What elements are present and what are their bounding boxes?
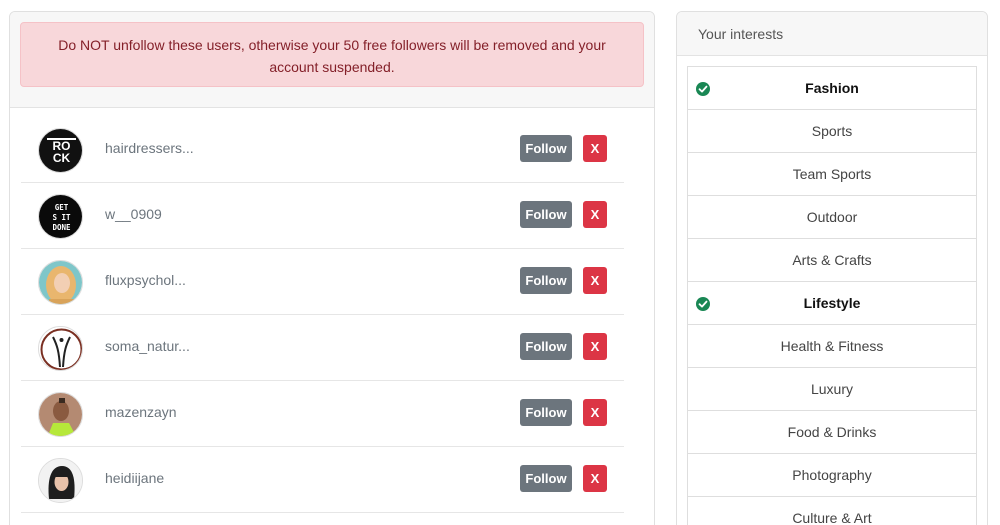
figure-logo-avatar (38, 326, 83, 371)
username[interactable]: heidiijane (105, 470, 164, 486)
user-row: GET S IT DONE w__0909 Follow X (21, 183, 624, 249)
interests-header: Your interests (677, 12, 987, 56)
user-row: fluxpsychol... Follow X (21, 249, 624, 315)
unfollow-warning-alert: Do NOT unfollow these users, otherwise y… (20, 22, 644, 87)
interest-label: Culture & Art (792, 510, 872, 525)
check-circle-icon (696, 297, 710, 311)
svg-text:DONE: DONE (52, 223, 71, 232)
interest-item[interactable]: Food & Drinks (688, 411, 976, 454)
interests-list: Fashion Sports Team Sports Outdoor Arts & Cr… (687, 66, 977, 525)
remove-button[interactable]: X (583, 135, 607, 162)
interest-label: Food & Drinks (787, 424, 877, 440)
svg-text:CK: CK (53, 151, 71, 165)
user-row: mazenzayn Follow X (21, 381, 624, 447)
remove-button[interactable]: X (583, 333, 607, 360)
interests-card: Your interests Fashion Sports Team Sports O… (676, 11, 988, 525)
interest-item[interactable]: Health & Fitness (688, 325, 976, 368)
interest-label: Team Sports (792, 166, 872, 182)
username[interactable]: fluxpsychol... (105, 272, 186, 288)
svg-text:S IT: S IT (52, 213, 71, 222)
interest-item[interactable]: Sports (688, 110, 976, 153)
interest-label: Fashion (805, 80, 859, 96)
follow-button[interactable]: Follow (520, 399, 572, 426)
warning-text: Do NOT unfollow these users, otherwise y… (58, 37, 606, 75)
interest-item[interactable]: Fashion (688, 67, 976, 110)
follow-button[interactable]: Follow (520, 201, 572, 228)
interest-label: Lifestyle (803, 295, 861, 311)
follow-button[interactable]: Follow (520, 465, 572, 492)
interest-label: Outdoor (806, 209, 858, 225)
get-shit-done-avatar: GET S IT DONE (38, 194, 83, 239)
interest-label: Health & Fitness (780, 338, 884, 354)
interest-item[interactable]: Culture & Art (688, 497, 976, 525)
man-neon-avatar (38, 392, 83, 437)
remove-button[interactable]: X (583, 399, 607, 426)
interest-item[interactable]: Luxury (688, 368, 976, 411)
user-row: heidiijane Follow X (21, 447, 624, 513)
user-row: soma_natur... Follow X (21, 315, 624, 381)
follow-button[interactable]: Follow (520, 333, 572, 360)
interest-item[interactable]: Team Sports (688, 153, 976, 196)
user-row: RO CK hairdressers... Follow X (21, 117, 624, 183)
remove-button[interactable]: X (583, 465, 607, 492)
interest-label: Photography (792, 467, 872, 483)
remove-button[interactable]: X (583, 201, 607, 228)
username[interactable]: mazenzayn (105, 404, 177, 420)
username[interactable]: hairdressers... (105, 140, 194, 156)
interest-item[interactable]: Arts & Crafts (688, 239, 976, 282)
interest-label: Luxury (810, 381, 854, 397)
remove-button[interactable]: X (583, 267, 607, 294)
card-header: Do NOT unfollow these users, otherwise y… (10, 12, 654, 108)
interest-item[interactable]: Outdoor (688, 196, 976, 239)
username[interactable]: soma_natur... (105, 338, 190, 354)
svg-text:GET: GET (55, 203, 69, 212)
interest-label: Arts & Crafts (792, 252, 872, 268)
blonde-woman-avatar (38, 260, 83, 305)
check-circle-icon (696, 82, 710, 96)
follow-button[interactable]: Follow (520, 135, 572, 162)
user-list: RO CK hairdressers... Follow X GET S IT DON… (21, 117, 624, 513)
dark-hair-woman-avatar (38, 458, 83, 503)
interest-label: Sports (811, 123, 853, 139)
follow-button[interactable]: Follow (520, 267, 572, 294)
username[interactable]: w__0909 (105, 206, 162, 222)
rock-logo-avatar: RO CK (38, 128, 83, 173)
interest-item[interactable]: Photography (688, 454, 976, 497)
interest-item[interactable]: Lifestyle (688, 282, 976, 325)
